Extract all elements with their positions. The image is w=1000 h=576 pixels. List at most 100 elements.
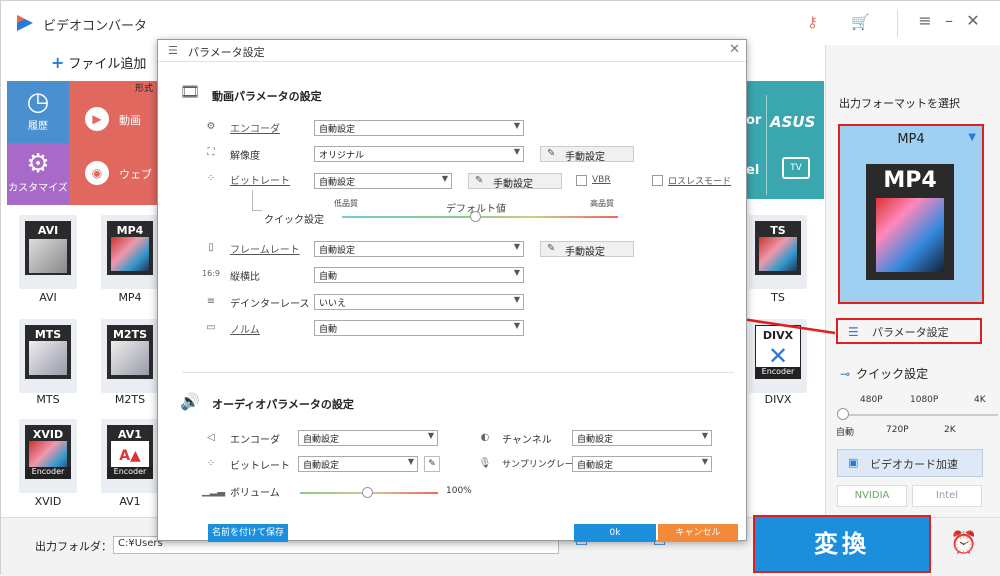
output-format-panel: 出力フォーマットを選択 MP4 ▼ MP4 ☰ パラメータ設定 ⊸ クイック設定 … [825,45,1000,517]
audio-channel-select[interactable]: 自動設定 ▼ [572,430,712,446]
output-format-title: 出力フォーマットを選択 [839,97,960,110]
balloon-icon [759,237,797,271]
menu-icon[interactable]: ≡ [913,11,937,30]
lossless-checkbox[interactable] [652,175,663,186]
format-label-avi: AVI [39,291,57,304]
format-tile-av1[interactable]: AV1 A▲ Encoder [101,419,159,493]
manual-label: 手動設定 [493,179,533,190]
tv-icon[interactable]: TV [782,157,810,179]
chevron-down-icon: ▼ [441,174,448,183]
pencil-icon[interactable]: ✎ [424,456,440,472]
encoder-badge: Encoder [25,467,71,479]
convert-button[interactable]: 変換 [753,515,931,573]
parameter-settings-dialog: ☰ パラメータ設定 ✕ 🎞 動画パラメータの設定 ⚙ エンコーダ 自動設定 ▼ ⛶… [157,39,747,542]
app-logo-icon [17,15,33,31]
norm-value: 自動 [319,325,338,335]
audio-channel-value: 自動設定 [577,435,614,445]
norm-select[interactable]: 自動 ▼ [314,320,524,336]
bitrate-manual-button[interactable]: ✎ 手動設定 [468,173,562,190]
section-divider [182,372,734,373]
resolution-slider-track[interactable] [842,414,998,416]
parameter-settings-label: パラメータ設定 [872,326,949,339]
slider-icon: ⊸ [840,367,851,381]
audio-bitrate-select[interactable]: 自動設定 ▼ [298,456,418,472]
deinterlace-select[interactable]: いいえ ▼ [314,294,524,310]
format-tile-mts[interactable]: MTS [19,319,77,393]
key-icon[interactable]: ⚷ [807,13,818,31]
resolution-icon: ⛶ [207,147,215,158]
resolution-slider-knob[interactable] [837,408,849,420]
close-button[interactable]: ✕ [961,11,985,30]
category-customize[interactable]: ⚙ カスタマイズ [7,143,69,205]
resolution-select[interactable]: オリジナル ▼ [314,146,524,162]
res-label-4k: 4K [974,395,986,405]
format-tile-m2ts[interactable]: M2TS [101,319,159,393]
save-as-button[interactable]: 名前を付けて保存 [208,524,288,542]
format-label-mts: MTS [36,393,60,406]
video-encoder-value: 自動設定 [319,125,356,135]
brand-or-text[interactable]: or [746,113,761,128]
encoder-icon: ⚙ [206,121,216,132]
minimize-button[interactable]: – [937,11,961,30]
format-label-xvid: XVID [34,495,62,508]
ok-button[interactable]: 0k [574,524,656,542]
gpu-acceleration-button[interactable]: ▣ ビデオカード加速 [837,449,983,477]
aspect-ratio-icon: 16:9 [202,269,220,278]
audio-encoder-select[interactable]: 自動設定 ▼ [298,430,438,446]
resolution-value: オリジナル [319,151,365,161]
chip-icon: ▣ [848,456,859,469]
gear-icon: ⚙ [26,149,50,179]
parameter-settings-button[interactable]: ☰ パラメータ設定 [836,318,982,344]
clock-icon: ◷ [26,87,50,117]
audio-section-heading: オーディオパラメータの設定 [212,398,354,411]
chevron-down-icon: ▼ [701,431,708,440]
framerate-manual-button[interactable]: ✎ 手動設定 [540,241,634,258]
aspect-ratio-select[interactable]: 自動 ▼ [314,267,524,283]
add-file-button[interactable]: + ファイル追加 [51,53,146,72]
selected-format-card[interactable]: MP4 ▼ MP4 [838,124,984,304]
framerate-value: 自動設定 [319,246,356,256]
audio-bitrate-label: ビットレート [230,461,290,472]
chrome-icon: ◉ [85,161,109,185]
deinterlace-label: デインターレース [230,299,310,310]
chevron-down-icon: ▼ [407,457,414,466]
format-tile-mp4[interactable]: MP4 [101,215,159,289]
chevron-down-icon[interactable]: ▼ [968,132,976,143]
selected-format-name: MP4 [897,132,925,147]
audio-encoder-value: 自動設定 [303,435,340,445]
category-video[interactable]: ▶ 動画 [69,89,161,151]
vbr-label: VBR [592,175,611,185]
format-tile-avi[interactable]: AVI [19,215,77,289]
add-file-label: ファイル追加 [68,57,147,72]
volume-value: 100% [446,486,472,496]
framerate-select[interactable]: 自動設定 ▼ [314,241,524,257]
sample-rate-select[interactable]: 自動設定 ▼ [572,456,712,472]
format-tile-xvid[interactable]: XVID Encoder [19,419,77,493]
alarm-clock-icon[interactable]: ⏰ [950,531,977,556]
resolution-manual-button[interactable]: ✎ 手動設定 [540,146,634,163]
cancel-button[interactable]: キャンセル [658,524,738,542]
format-tile-ts[interactable]: TS [749,215,807,289]
category-history[interactable]: ◷ 履歴 [7,81,69,143]
sample-rate-label: サンプリングレート [502,460,583,470]
chevron-down-icon: ▼ [701,457,708,466]
cart-icon[interactable]: 🛒 [851,13,870,31]
gpu-acceleration-label: ビデオカード加速 [870,458,958,471]
dialog-close-button[interactable]: ✕ [729,42,740,57]
settings-icon: ☰ [168,44,178,57]
category-web[interactable]: ◉ ウェブ [69,143,161,205]
format-label-mp4: MP4 [118,291,142,304]
brand-asus[interactable]: ASUS [770,113,815,131]
dialog-title: パラメータ設定 [188,46,265,59]
video-bitrate-select[interactable]: 自動設定 ▼ [314,173,452,189]
volume-slider-knob[interactable] [362,487,373,498]
encoder-badge: Encoder [107,467,153,479]
plus-icon: + [51,53,65,72]
camcorder-icon [29,341,67,375]
format-label-m2ts: M2TS [114,393,146,406]
category-red-strip: 形式 ▶ 動画 ◉ ウェブ [69,81,161,205]
brand-dell[interactable]: el [746,163,759,178]
quality-slider-knob[interactable] [470,211,481,222]
vbr-checkbox[interactable] [576,175,587,186]
video-encoder-select[interactable]: 自動設定 ▼ [314,120,524,136]
